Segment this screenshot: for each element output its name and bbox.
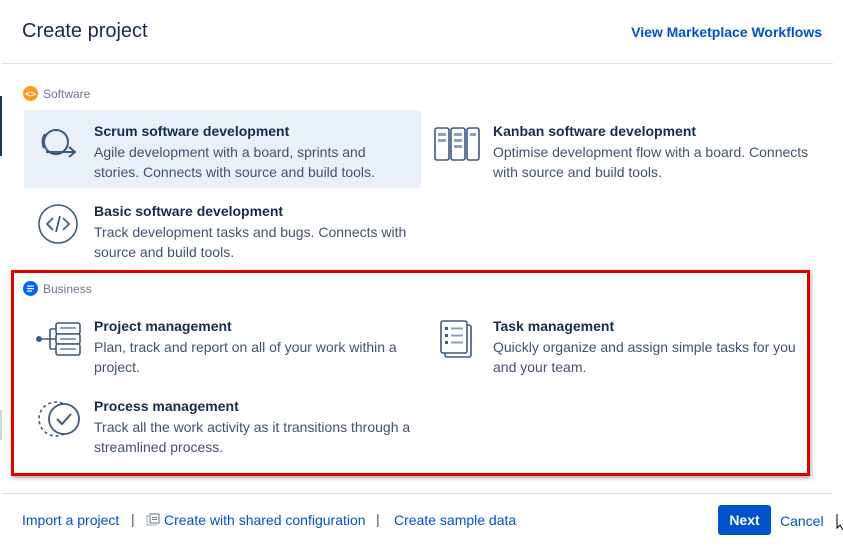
section-label-text: Business [43, 281, 92, 296]
import-project-link[interactable]: Import a project [22, 512, 119, 528]
code-icon [38, 204, 78, 244]
header-divider [2, 63, 833, 64]
mouse-cursor-icon [836, 514, 843, 531]
next-button[interactable]: Next [718, 505, 771, 535]
section-label-software: <> Software [23, 86, 90, 101]
background-window-edge [0, 410, 2, 440]
template-task-management[interactable]: Task management Quickly organize and ass… [423, 305, 820, 383]
template-scrum-software-development[interactable]: Scrum software development Agile develop… [24, 110, 421, 188]
template-project-management[interactable]: Project management Plan, track and repor… [24, 305, 421, 383]
create-shared-configuration-link[interactable]: Create with shared configuration [164, 512, 366, 528]
section-label-business: Business [23, 281, 92, 296]
footer-divider [2, 493, 833, 494]
project-management-icon [36, 322, 81, 356]
document-lines-icon [23, 281, 38, 296]
template-description: Agile development with a board, sprints … [94, 144, 375, 180]
template-name: Project management [94, 318, 232, 334]
template-kanban-software-development[interactable]: Kanban software development Optimise dev… [423, 110, 820, 188]
template-name: Task management [493, 318, 615, 334]
template-description: Track all the work activity as it transi… [94, 419, 411, 455]
template-description: Plan, track and report on all of your wo… [94, 339, 397, 375]
template-process-management[interactable]: Process management Track all the work ac… [24, 385, 421, 463]
footer-separator: | [376, 511, 380, 527]
create-sample-data-link[interactable]: Create sample data [394, 512, 516, 528]
template-name: Process management [94, 398, 239, 414]
template-description: Quickly organize and assign simple tasks… [493, 339, 796, 375]
footer-separator: | [131, 511, 135, 527]
process-check-icon [38, 401, 80, 437]
template-name: Scrum software development [94, 123, 290, 139]
cancel-link[interactable]: Cancel [780, 513, 824, 529]
background-window-edge [0, 96, 2, 156]
template-description: Track development tasks and bugs. Connec… [94, 224, 407, 260]
view-marketplace-workflows-link[interactable]: View Marketplace Workflows [631, 24, 822, 40]
dialog-title: Create project [22, 20, 148, 42]
kanban-icon [434, 127, 480, 161]
scrum-icon [41, 129, 77, 158]
code-brackets-icon: <> [23, 86, 38, 101]
template-description: Optimise development flow with a board. … [493, 144, 809, 180]
task-list-icon [440, 320, 472, 358]
dialog-header: Create project View Marketplace Workflow… [0, 0, 843, 64]
shared-config-icon [146, 513, 160, 526]
section-label-text: Software [43, 86, 91, 101]
template-basic-software-development[interactable]: Basic software development Track develop… [24, 190, 421, 268]
template-name: Kanban software development [493, 123, 697, 139]
template-name: Basic software development [94, 203, 284, 219]
